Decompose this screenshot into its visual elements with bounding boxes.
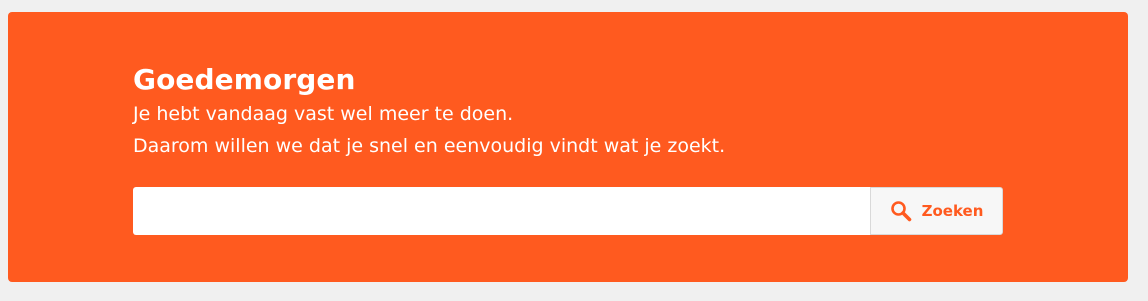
hero-subtitle-line-1: Je hebt vandaag vast wel meer te doen. — [133, 103, 514, 125]
search-icon — [890, 200, 912, 222]
search-input[interactable] — [133, 187, 870, 235]
search-button-label: Zoeken — [921, 202, 984, 220]
search-bar: Zoeken — [133, 187, 1003, 235]
search-button[interactable]: Zoeken — [870, 187, 1003, 235]
hero-content: Goedemorgen Je hebt vandaag vast wel mee… — [133, 62, 1003, 235]
search-hero-banner: Goedemorgen Je hebt vandaag vast wel mee… — [8, 12, 1128, 282]
hero-subtitle-line-2: Daarom willen we dat je snel en eenvoudi… — [133, 135, 726, 157]
greeting-title: Goedemorgen — [133, 63, 356, 96]
